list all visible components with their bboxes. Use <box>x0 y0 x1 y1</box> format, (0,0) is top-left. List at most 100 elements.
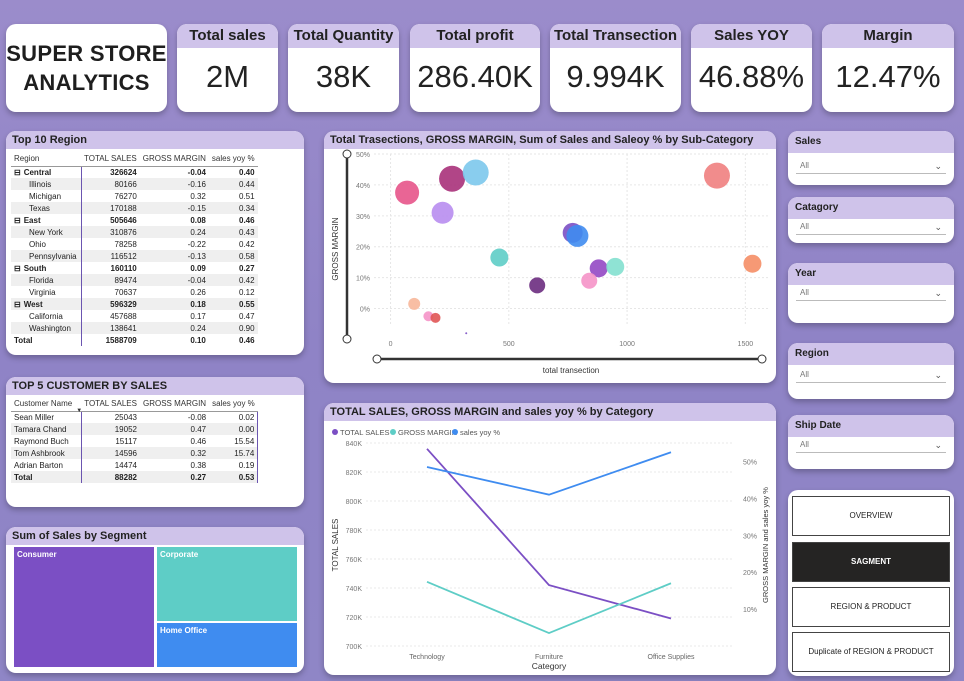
scatter-point[interactable] <box>431 201 454 224</box>
kpi-card-margin: Margin 12.47% <box>822 24 954 112</box>
col-header-gross-margin[interactable]: GROSS MARGIN <box>139 397 210 412</box>
legend-label[interactable]: TOTAL SALES <box>340 428 389 437</box>
col-header-total-sales[interactable]: TOTAL SALES <box>81 397 140 412</box>
cell-customer-name: Tamara Chand <box>11 423 82 435</box>
scatter-point[interactable] <box>581 272 598 289</box>
treemap-tile-consumer[interactable]: Consumer <box>13 546 155 668</box>
table-row[interactable]: Tom Ashbrook 14596 0.32 15.74 <box>11 447 259 459</box>
legend-label[interactable]: sales yoy % <box>460 428 500 437</box>
scatter-point[interactable] <box>703 162 730 189</box>
scatter-point[interactable] <box>566 224 589 247</box>
x-axis-label: total transection <box>543 366 599 375</box>
y2-tick-label: 30% <box>743 533 757 540</box>
table-row[interactable]: ⊟ East 505646 0.08 0.46 <box>11 214 258 226</box>
chevron-down-icon: ⌄ <box>934 222 942 232</box>
cell-sales-yoy: 0.40 <box>239 167 255 177</box>
y-zoom-handle[interactable] <box>342 149 352 159</box>
table-row[interactable]: Total 1588709 0.10 0.46 <box>11 334 258 346</box>
sort-descending-icon[interactable]: ▼ <box>76 408 82 414</box>
y-tick-label: 30% <box>356 214 370 221</box>
y-axis-label: GROSS MARGIN <box>331 217 340 280</box>
cell-gross-margin: 0.24 <box>139 322 209 334</box>
table-row[interactable]: California 457688 0.17 0.47 <box>11 310 258 322</box>
y-zoom-handle[interactable] <box>342 334 352 344</box>
nav-button-overview[interactable]: OVERVIEW <box>792 496 950 536</box>
table-row[interactable]: Adrian Barton 14474 0.38 0.19 <box>11 459 259 471</box>
table-row[interactable]: Illinois 80166 -0.16 0.44 <box>11 178 258 190</box>
col-header-gross-margin[interactable]: GROSS MARGIN <box>139 152 209 167</box>
cell-sales-yoy: 0.34 <box>208 202 258 214</box>
nav-button-region-product[interactable]: REGION & PRODUCT <box>792 587 950 627</box>
segment-treemap-panel: Sum of Sales by Segment Consumer Corpora… <box>6 527 304 673</box>
treemap-tile-home-office[interactable]: Home Office <box>156 622 298 668</box>
table-row[interactable]: ⊟ South 160110 0.09 0.27 <box>11 262 258 274</box>
scatter-point[interactable] <box>462 159 489 186</box>
slicer-dropdown[interactable]: All ⌄ <box>796 367 946 383</box>
region-table: Region TOTAL SALES GROSS MARGIN sales yo… <box>11 152 258 346</box>
table-row[interactable]: New York 310876 0.24 0.43 <box>11 226 258 238</box>
cell-region: Florida <box>11 274 82 286</box>
table-row[interactable]: Pennsylvania 116512 -0.13 0.58 <box>11 250 258 262</box>
scatter-point[interactable] <box>439 165 466 192</box>
legend-marker <box>452 429 458 435</box>
cell-gross-margin: -0.04 <box>187 167 206 177</box>
cell-total-sales: 138641 <box>81 322 140 334</box>
nav-button-duplicate-region-product[interactable]: Duplicate of REGION & PRODUCT <box>792 632 950 672</box>
slicer-dropdown[interactable]: All ⌄ <box>796 285 946 301</box>
col-header-sales-yoy[interactable]: sales yoy % <box>209 397 258 412</box>
col-header-sales-yoy[interactable]: sales yoy % <box>208 152 258 167</box>
collapse-icon[interactable]: ⊟ <box>14 168 21 177</box>
kpi-value: 2M <box>205 59 250 94</box>
series-line[interactable] <box>426 448 672 620</box>
x-zoom-handle[interactable] <box>372 354 382 364</box>
scatter-point[interactable] <box>408 297 421 310</box>
col-header-region[interactable]: Region <box>11 152 81 167</box>
collapse-icon[interactable]: ⊟ <box>14 264 21 273</box>
collapse-icon[interactable]: ⊟ <box>14 300 21 309</box>
legend-label[interactable]: GROSS MARGIN <box>398 428 457 437</box>
nav-button-sagment[interactable]: SAGMENT <box>792 542 950 582</box>
region-name: East <box>23 215 41 225</box>
col-header-total-sales[interactable]: TOTAL SALES <box>81 152 140 167</box>
table-row[interactable]: Florida 89474 -0.04 0.42 <box>11 274 258 286</box>
scatter-point[interactable] <box>606 257 625 276</box>
table-row[interactable]: ⊟ Central 326624 -0.04 0.40 <box>11 166 258 178</box>
treemap-tile-corporate[interactable]: Corporate <box>156 546 298 622</box>
line-chart-title: TOTAL SALES, GROSS MARGIN and sales yoy … <box>324 403 776 421</box>
scatter-point[interactable] <box>430 312 441 323</box>
cell-customer-name: Total <box>11 471 82 483</box>
x-tick-label: 1000 <box>619 341 635 348</box>
scatter-point[interactable] <box>743 254 762 273</box>
table-row[interactable]: Texas 170188 -0.15 0.34 <box>11 202 258 214</box>
cell-sales-yoy: 0.44 <box>208 178 258 190</box>
scatter-point[interactable] <box>490 248 509 267</box>
cell-sales-yoy: 0.00 <box>209 423 259 435</box>
cell-region: New York <box>11 226 82 238</box>
table-row[interactable]: Sean Miller 25043 -0.08 0.02 <box>11 411 259 423</box>
table-row[interactable]: Michigan 76270 0.32 0.51 <box>11 190 258 202</box>
scatter-point[interactable] <box>465 332 468 335</box>
table-row[interactable]: Ohio 78258 -0.22 0.42 <box>11 238 258 250</box>
collapse-icon[interactable]: ⊟ <box>14 216 21 225</box>
scatter-point[interactable] <box>395 180 420 205</box>
series-line[interactable] <box>426 580 672 635</box>
col-header-customer[interactable]: Customer Name▼ <box>11 397 82 414</box>
page-navigation-panel: OVERVIEW SAGMENT REGION & PRODUCT Duplic… <box>788 490 954 676</box>
slicer-dropdown[interactable]: All ⌄ <box>796 219 946 235</box>
slicer-dropdown[interactable]: All ⌄ <box>796 158 946 174</box>
table-row[interactable]: Washington 138641 0.24 0.90 <box>11 322 258 334</box>
cell-total-sales: 19052 <box>81 423 140 435</box>
table-row[interactable]: Raymond Buch 15117 0.46 15.54 <box>11 435 259 447</box>
table-row[interactable]: Total 88282 0.27 0.53 <box>11 471 259 483</box>
table-row[interactable]: Virginia 70637 0.26 0.12 <box>11 286 258 298</box>
kpi-card-total-sales: Total sales 2M <box>177 24 278 112</box>
y2-tick-label: 20% <box>743 570 757 577</box>
cell-sales-yoy: 0.46 <box>239 335 255 345</box>
slicer-dropdown[interactable]: All ⌄ <box>796 437 946 453</box>
scatter-point[interactable] <box>529 277 546 294</box>
table-row[interactable]: ⊟ West 596329 0.18 0.55 <box>11 298 258 310</box>
series-line[interactable] <box>426 451 672 496</box>
table-row[interactable]: Tamara Chand 19052 0.47 0.00 <box>11 423 259 435</box>
x-zoom-handle[interactable] <box>757 354 767 364</box>
cell-gross-margin: -0.22 <box>187 239 206 249</box>
